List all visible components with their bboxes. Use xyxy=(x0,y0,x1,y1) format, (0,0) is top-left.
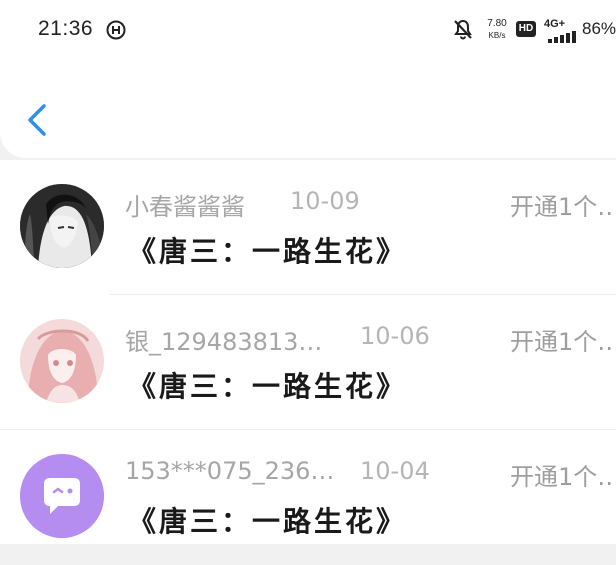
action-text: 开通1个… xyxy=(510,328,616,356)
book-title: 《唐三：一路生花》 xyxy=(128,505,408,538)
notification-app-icon xyxy=(106,20,126,40)
action-text: 开通1个… xyxy=(510,193,616,221)
network-speed: 7.80 KB/s xyxy=(482,19,512,41)
mute-icon xyxy=(454,19,472,40)
battery-percent: 86% xyxy=(582,19,616,38)
list-item[interactable]: 银_129483813… 10-06 开通1个… 《唐三：一路生花》 xyxy=(0,295,616,430)
book-title: 《唐三：一路生花》 xyxy=(128,235,408,268)
illustrated-portrait-pink-hair xyxy=(20,319,104,403)
username: 小春酱酱酱 xyxy=(125,193,245,221)
network-speed-unit: KB/s xyxy=(488,31,506,40)
chevron-left-icon xyxy=(28,104,46,136)
action-text: 开通1个… xyxy=(510,463,616,491)
avatar[interactable] xyxy=(20,454,104,538)
network-speed-value: 7.80 xyxy=(487,18,507,29)
navigation-bar xyxy=(0,58,616,158)
status-time: 21:36 xyxy=(38,17,94,40)
username: 153***075_236… xyxy=(125,457,335,485)
back-button[interactable] xyxy=(20,98,54,142)
subscription-list: 小春酱酱酱 10-09 开通1个… 《唐三：一路生花》 银_129483813…… xyxy=(0,160,616,544)
illustrated-portrait-dark-hair xyxy=(20,184,104,268)
avatar[interactable] xyxy=(20,319,104,403)
list-item[interactable]: 153***075_236… 10-04 开通1个… 《唐三：一路生花》 xyxy=(0,430,616,565)
list-item[interactable]: 小春酱酱酱 10-09 开通1个… 《唐三：一路生花》 xyxy=(0,160,616,295)
status-bar: 21:36 7.80 KB/s HD 4G+ 86% xyxy=(0,0,616,60)
default-chat-bubble-avatar xyxy=(20,454,104,538)
username: 银_129483813… xyxy=(125,328,323,356)
signal-icon xyxy=(548,31,576,43)
hd-badge: HD xyxy=(516,21,536,37)
avatar[interactable] xyxy=(20,184,104,268)
date: 10-06 xyxy=(360,322,430,350)
network-type: 4G+ xyxy=(544,18,566,30)
book-title: 《唐三：一路生花》 xyxy=(128,370,408,403)
date: 10-09 xyxy=(290,187,360,215)
date: 10-04 xyxy=(360,457,430,485)
